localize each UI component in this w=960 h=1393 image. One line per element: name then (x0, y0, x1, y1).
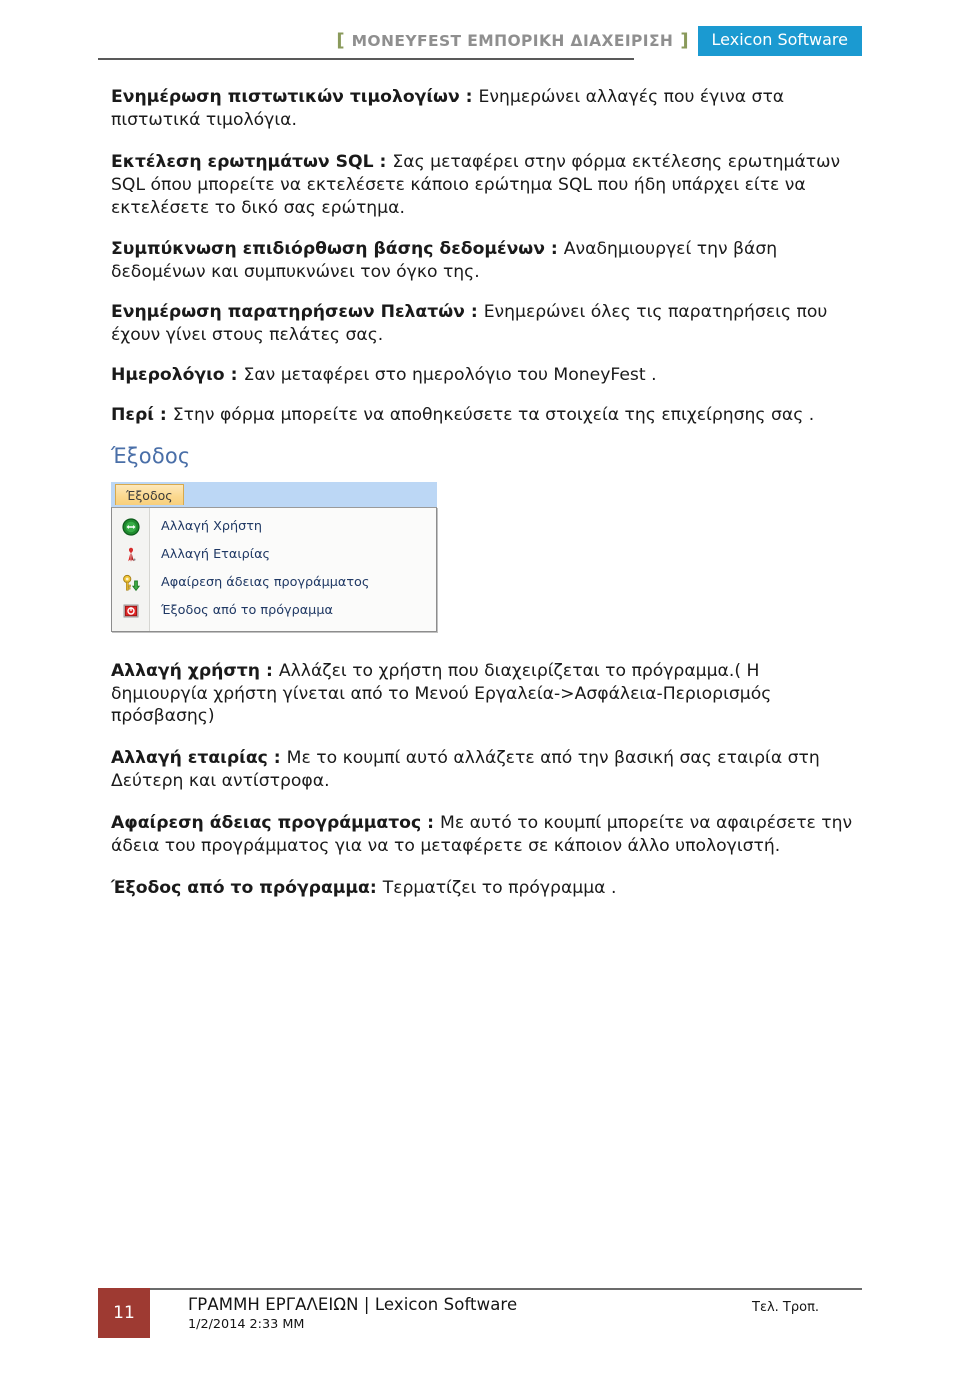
paragraph-lead: Συμπύκνωση επιδιόρθωση βάσης δεδομένων : (111, 239, 564, 260)
menu-item-change-company[interactable]: Αλλαγή Εταιρίας (112, 541, 436, 569)
paragraph-lead: Ενημέρωση πιστωτικών τιμολογίων : (111, 87, 479, 107)
paragraph-lead: Αλλαγή χρήστη : (111, 660, 279, 681)
paragraph-lead: Περί : (111, 404, 173, 425)
paragraph-remove-license-description: Αφαίρεση άδειας προγράμματος : Με αυτό τ… (111, 812, 861, 858)
section-heading-exit: Έξοδος (111, 443, 191, 468)
paragraph-text: Τερματίζει το πρόγραμμα . (382, 877, 617, 898)
paragraph-customer-remarks-update: Ενημέρωση παρατηρήσεων Πελατών : Ενημερώ… (111, 301, 861, 347)
paragraph-change-user-description: Αλλαγή χρήστη : Αλλάζει το χρήστη που δι… (111, 660, 861, 729)
paragraph-credit-invoices-update: Ενημέρωση πιστωτικών τιμολογίων : Ενημερ… (111, 86, 861, 132)
document-body: Ενημέρωση πιστωτικών τιμολογίων : Ενημερ… (111, 86, 861, 919)
header-bracket-open: [ (336, 30, 345, 51)
menu-item-remove-license[interactable]: Αφαίρεση άδειας προγράμματος (112, 569, 436, 597)
screenshot-tabstrip: Έξοδος (111, 481, 437, 507)
paragraph-lead: Ενημέρωση παρατηρήσεων Πελατών : (111, 302, 484, 323)
exit-program-icon (112, 597, 149, 625)
footer-text-block: ΓΡΑΜΜΗ ΕΡΓΑΛΕΙΩΝ | Lexicon Software 1/2/… (188, 1295, 708, 1332)
menu-item-change-user[interactable]: Αλλαγή Χρήστη (112, 513, 436, 541)
menu-item-label: Αλλαγή Χρήστη (161, 519, 263, 535)
paragraph-text: Στην φόρμα μπορείτε να αποθηκεύσετε τα σ… (172, 404, 815, 425)
paragraph-lead: Αλλαγή εταιρίας : (111, 748, 287, 769)
embedded-screenshot-exit-menu: Έξοδος Αλλαγή Χρήστη Αλλαγή Εταιρίας Αφα… (111, 481, 437, 632)
paragraph-change-company-description: Αλλαγή εταιρίας : Με το κουμπί αυτό αλλά… (111, 747, 861, 793)
paragraph-exit-program-description: Έξοδος από το πρόγραμμα: Τερματίζει το π… (111, 877, 861, 900)
footer-divider-line (150, 1288, 862, 1290)
paragraph-compact-repair-database: Συμπύκνωση επιδιόρθωση βάσης δεδομένων :… (111, 238, 861, 284)
paragraph-lead: Αφαίρεση άδειας προγράμματος : (111, 813, 441, 833)
remove-license-key-icon (112, 569, 149, 597)
footer-last-modified-label: Τελ. Τροπ. (752, 1300, 820, 1315)
paragraph-sql-queries: Εκτέλεση ερωτημάτων SQL : Σας μεταφέρει … (111, 151, 861, 220)
header-divider-line (98, 58, 634, 60)
paragraph-text: Σαν μεταφέρει στο ημερολόγιο του MoneyFe… (243, 364, 657, 385)
paragraph-lead: Εκτέλεση ερωτημάτων SQL : (111, 151, 393, 172)
paragraph-about: Περί : Στην φόρμα μπορείτε να αποθηκεύσε… (111, 404, 861, 427)
paragraph-lead: Ημερολόγιο : (111, 364, 244, 385)
document-page: [ MONEYFEST ΕΜΠΟΡΙΚΗ ΔΙΑΧΕΙΡΙΣΗ ] Lexico… (0, 0, 960, 1393)
header-title-row: [ MONEYFEST ΕΜΠΟΡΙΚΗ ΔΙΑΧΕΙΡΙΣΗ ] Lexico… (98, 22, 862, 60)
header-brand-badge: Lexicon Software (697, 26, 862, 56)
paragraph-calendar: Ημερολόγιο : Σαν μεταφέρει στο ημερολόγι… (111, 364, 861, 387)
header-bracket-close: ] (680, 30, 689, 51)
footer-title: ΓΡΑΜΜΗ ΕΡΓΑΛΕΙΩΝ | Lexicon Software (188, 1295, 518, 1314)
header-product-title: MONEYFEST ΕΜΠΟΡΙΚΗ ΔΙΑΧΕΙΡΙΣΗ (351, 32, 674, 50)
footer-timestamp: 1/2/2014 2:33 ΜΜ (188, 1317, 305, 1332)
menu-item-label: Αφαίρεση άδειας προγράμματος (161, 575, 370, 591)
paragraph-lead: Έξοδος από το πρόγραμμα: (111, 877, 383, 898)
menu-item-exit-program[interactable]: Έξοδος από το πρόγραμμα (112, 597, 436, 625)
screenshot-menu-panel: Αλλαγή Χρήστη Αλλαγή Εταιρίας Αφαίρεση ά… (111, 506, 437, 632)
page-number-badge: 11 (98, 1288, 150, 1338)
menu-item-label: Αλλαγή Εταιρίας (161, 547, 271, 563)
change-user-icon (112, 513, 149, 541)
change-company-icon (112, 541, 149, 569)
menu-item-label: Έξοδος από το πρόγραμμα (161, 603, 333, 619)
page-footer: 11 ΓΡΑΜΜΗ ΕΡΓΑΛΕΙΩΝ | Lexicon Software 1… (0, 1288, 960, 1358)
screenshot-tab-exit[interactable]: Έξοδος (115, 483, 184, 505)
